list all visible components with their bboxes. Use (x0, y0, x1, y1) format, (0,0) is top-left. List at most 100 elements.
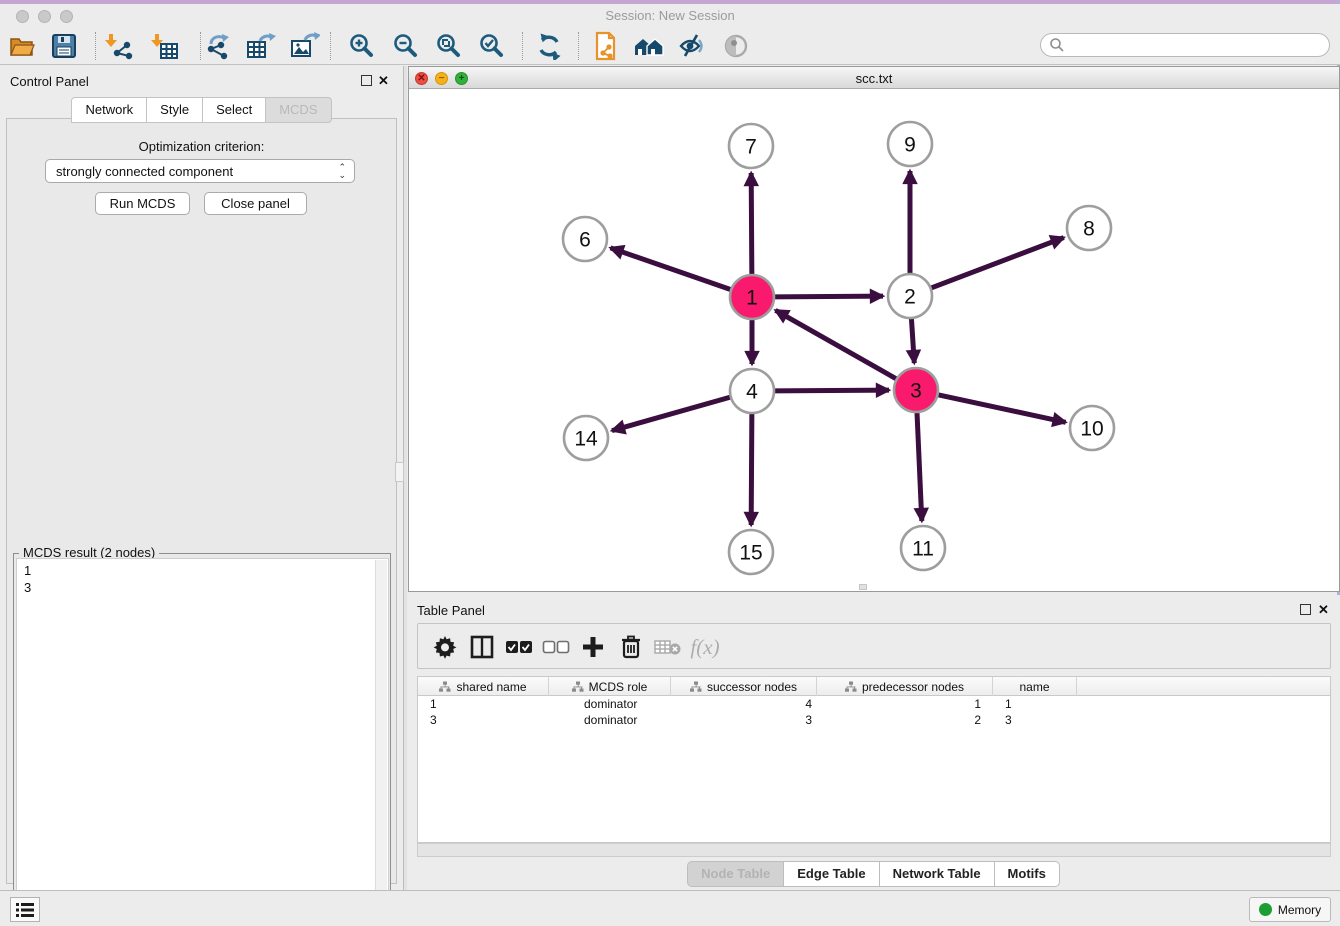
canvas-scroll-grip[interactable] (859, 584, 867, 590)
table-cell[interactable]: 3 (993, 712, 1077, 728)
tab-style[interactable]: Style (147, 97, 203, 123)
table-cell[interactable]: dominator (549, 696, 671, 712)
float-panel-icon[interactable] (361, 75, 372, 86)
graph-edge-1-7[interactable] (751, 173, 752, 275)
network-view-window: ✕ − + scc.txt 7968124314101511 (408, 66, 1340, 592)
table-cell[interactable]: 1 (418, 696, 549, 712)
hide-selected-icon[interactable] (676, 31, 708, 61)
table-settings-gear-icon[interactable] (430, 632, 460, 662)
table-cell[interactable]: dominator (549, 712, 671, 728)
graph-node-label: 1 (746, 287, 758, 310)
search-box[interactable] (1040, 33, 1330, 57)
zoom-fit-icon[interactable] (433, 31, 465, 61)
column-header-name[interactable]: name (993, 677, 1077, 696)
column-header-label: name (1019, 680, 1049, 694)
table-cell[interactable]: 1 (993, 696, 1077, 712)
export-image-icon[interactable] (289, 31, 321, 61)
network-window-titlebar[interactable]: ✕ − + scc.txt (409, 67, 1339, 89)
delete-table-icon-disabled (653, 632, 683, 662)
graph-edge-3-10[interactable] (938, 395, 1066, 423)
zoom-in-icon[interactable] (346, 31, 378, 61)
zoom-out-icon[interactable] (390, 31, 422, 61)
graph-edge-3-11[interactable] (917, 412, 922, 521)
optimization-criterion-dropdown[interactable]: strongly connected component ⌃⌄ (45, 159, 355, 183)
result-scrollbar[interactable] (375, 560, 387, 926)
delete-column-icon[interactable] (616, 632, 646, 662)
open-session-icon[interactable] (6, 31, 38, 61)
first-neighbors-icon[interactable] (633, 31, 665, 61)
column-header-successor-nodes[interactable]: successor nodes (671, 677, 817, 696)
mcds-result-list[interactable]: 1 3 (16, 558, 389, 926)
column-header-label: predecessor nodes (862, 680, 964, 694)
graph-node-label: 4 (746, 381, 758, 404)
float-table-panel-icon[interactable] (1300, 604, 1311, 615)
graph-edge-2-3[interactable] (911, 318, 914, 363)
function-builder-icon-disabled: f(x) (690, 632, 720, 662)
memory-button[interactable]: Memory (1249, 897, 1331, 922)
show-all-icon[interactable] (720, 31, 752, 61)
import-table-icon[interactable] (149, 31, 181, 61)
network-canvas[interactable]: 7968124314101511 (409, 89, 1339, 591)
graph-node-label: 7 (745, 136, 757, 159)
import-network-icon[interactable] (103, 31, 135, 61)
table-cell[interactable]: 1 (817, 696, 993, 712)
graph-edge-1-6[interactable] (611, 248, 732, 290)
tab-node-table[interactable]: Node Table (687, 861, 784, 887)
save-session-icon[interactable] (48, 31, 80, 61)
search-icon (1049, 37, 1065, 53)
run-mcds-button[interactable]: Run MCDS (95, 192, 190, 215)
graph-edge-4-15[interactable] (751, 413, 752, 525)
close-panel-button[interactable]: Close panel (204, 192, 307, 215)
graph-node-label: 10 (1080, 418, 1103, 441)
main-toolbar (0, 28, 1340, 65)
show-column-icon[interactable] (467, 632, 497, 662)
tab-network-table[interactable]: Network Table (880, 861, 995, 887)
table-row[interactable]: 3dominator323 (418, 712, 1330, 728)
zoom-selected-icon[interactable] (476, 31, 508, 61)
toolbar-separator (578, 32, 579, 60)
control-panel-title: Control Panel (10, 74, 89, 89)
close-table-panel-icon[interactable]: ✕ (1318, 602, 1329, 618)
column-header-MCDS-role[interactable]: MCDS role (549, 677, 671, 696)
clone-network-icon[interactable] (589, 31, 621, 61)
graph-edge-3-1[interactable] (775, 310, 896, 379)
list-icon (16, 903, 34, 917)
column-header-predecessor-nodes[interactable]: predecessor nodes (817, 677, 993, 696)
column-header-label: successor nodes (707, 680, 797, 694)
tab-select[interactable]: Select (203, 97, 266, 123)
export-table-icon[interactable] (245, 31, 277, 61)
tab-motifs[interactable]: Motifs (995, 861, 1060, 887)
table-hscroll-area[interactable] (417, 843, 1331, 857)
task-history-button[interactable] (10, 897, 40, 922)
result-line: 1 (17, 559, 388, 579)
graph-edge-4-3[interactable] (774, 390, 889, 391)
splitter-grip[interactable] (395, 462, 404, 482)
table-header-row[interactable]: shared nameMCDS role successor nodes prede… (418, 677, 1330, 696)
column-type-icon (439, 681, 451, 693)
search-input[interactable] (1065, 38, 1329, 52)
column-type-icon (572, 681, 584, 693)
tab-mcds[interactable]: MCDS (266, 97, 331, 123)
column-header-shared-name[interactable]: shared name (418, 677, 549, 696)
add-column-icon[interactable] (578, 632, 608, 662)
table-cell[interactable]: 4 (671, 696, 817, 712)
graph-edge-1-2[interactable] (774, 296, 883, 297)
network-graph[interactable]: 7968124314101511 (409, 89, 1339, 591)
select-all-columns-icon[interactable] (504, 632, 534, 662)
deselect-all-columns-icon[interactable] (541, 632, 571, 662)
table-cell[interactable]: 3 (418, 712, 549, 728)
node-table[interactable]: shared nameMCDS role successor nodes prede… (417, 676, 1331, 843)
graph-edge-4-14[interactable] (612, 397, 731, 431)
graph-edge-2-8[interactable] (931, 238, 1064, 289)
export-network-icon[interactable] (203, 31, 235, 61)
refresh-layout-icon[interactable] (533, 31, 565, 61)
table-cell[interactable]: 3 (671, 712, 817, 728)
memory-status-dot (1259, 903, 1272, 916)
optimization-criterion-label: Optimization criterion: (7, 139, 396, 154)
tab-edge-table[interactable]: Edge Table (784, 861, 879, 887)
table-panel: Table Panel ✕ (407, 595, 1340, 890)
close-panel-icon[interactable]: ✕ (378, 73, 389, 89)
table-cell[interactable]: 2 (817, 712, 993, 728)
tab-network[interactable]: Network (71, 97, 147, 123)
table-row[interactable]: 1dominator411 (418, 696, 1330, 712)
